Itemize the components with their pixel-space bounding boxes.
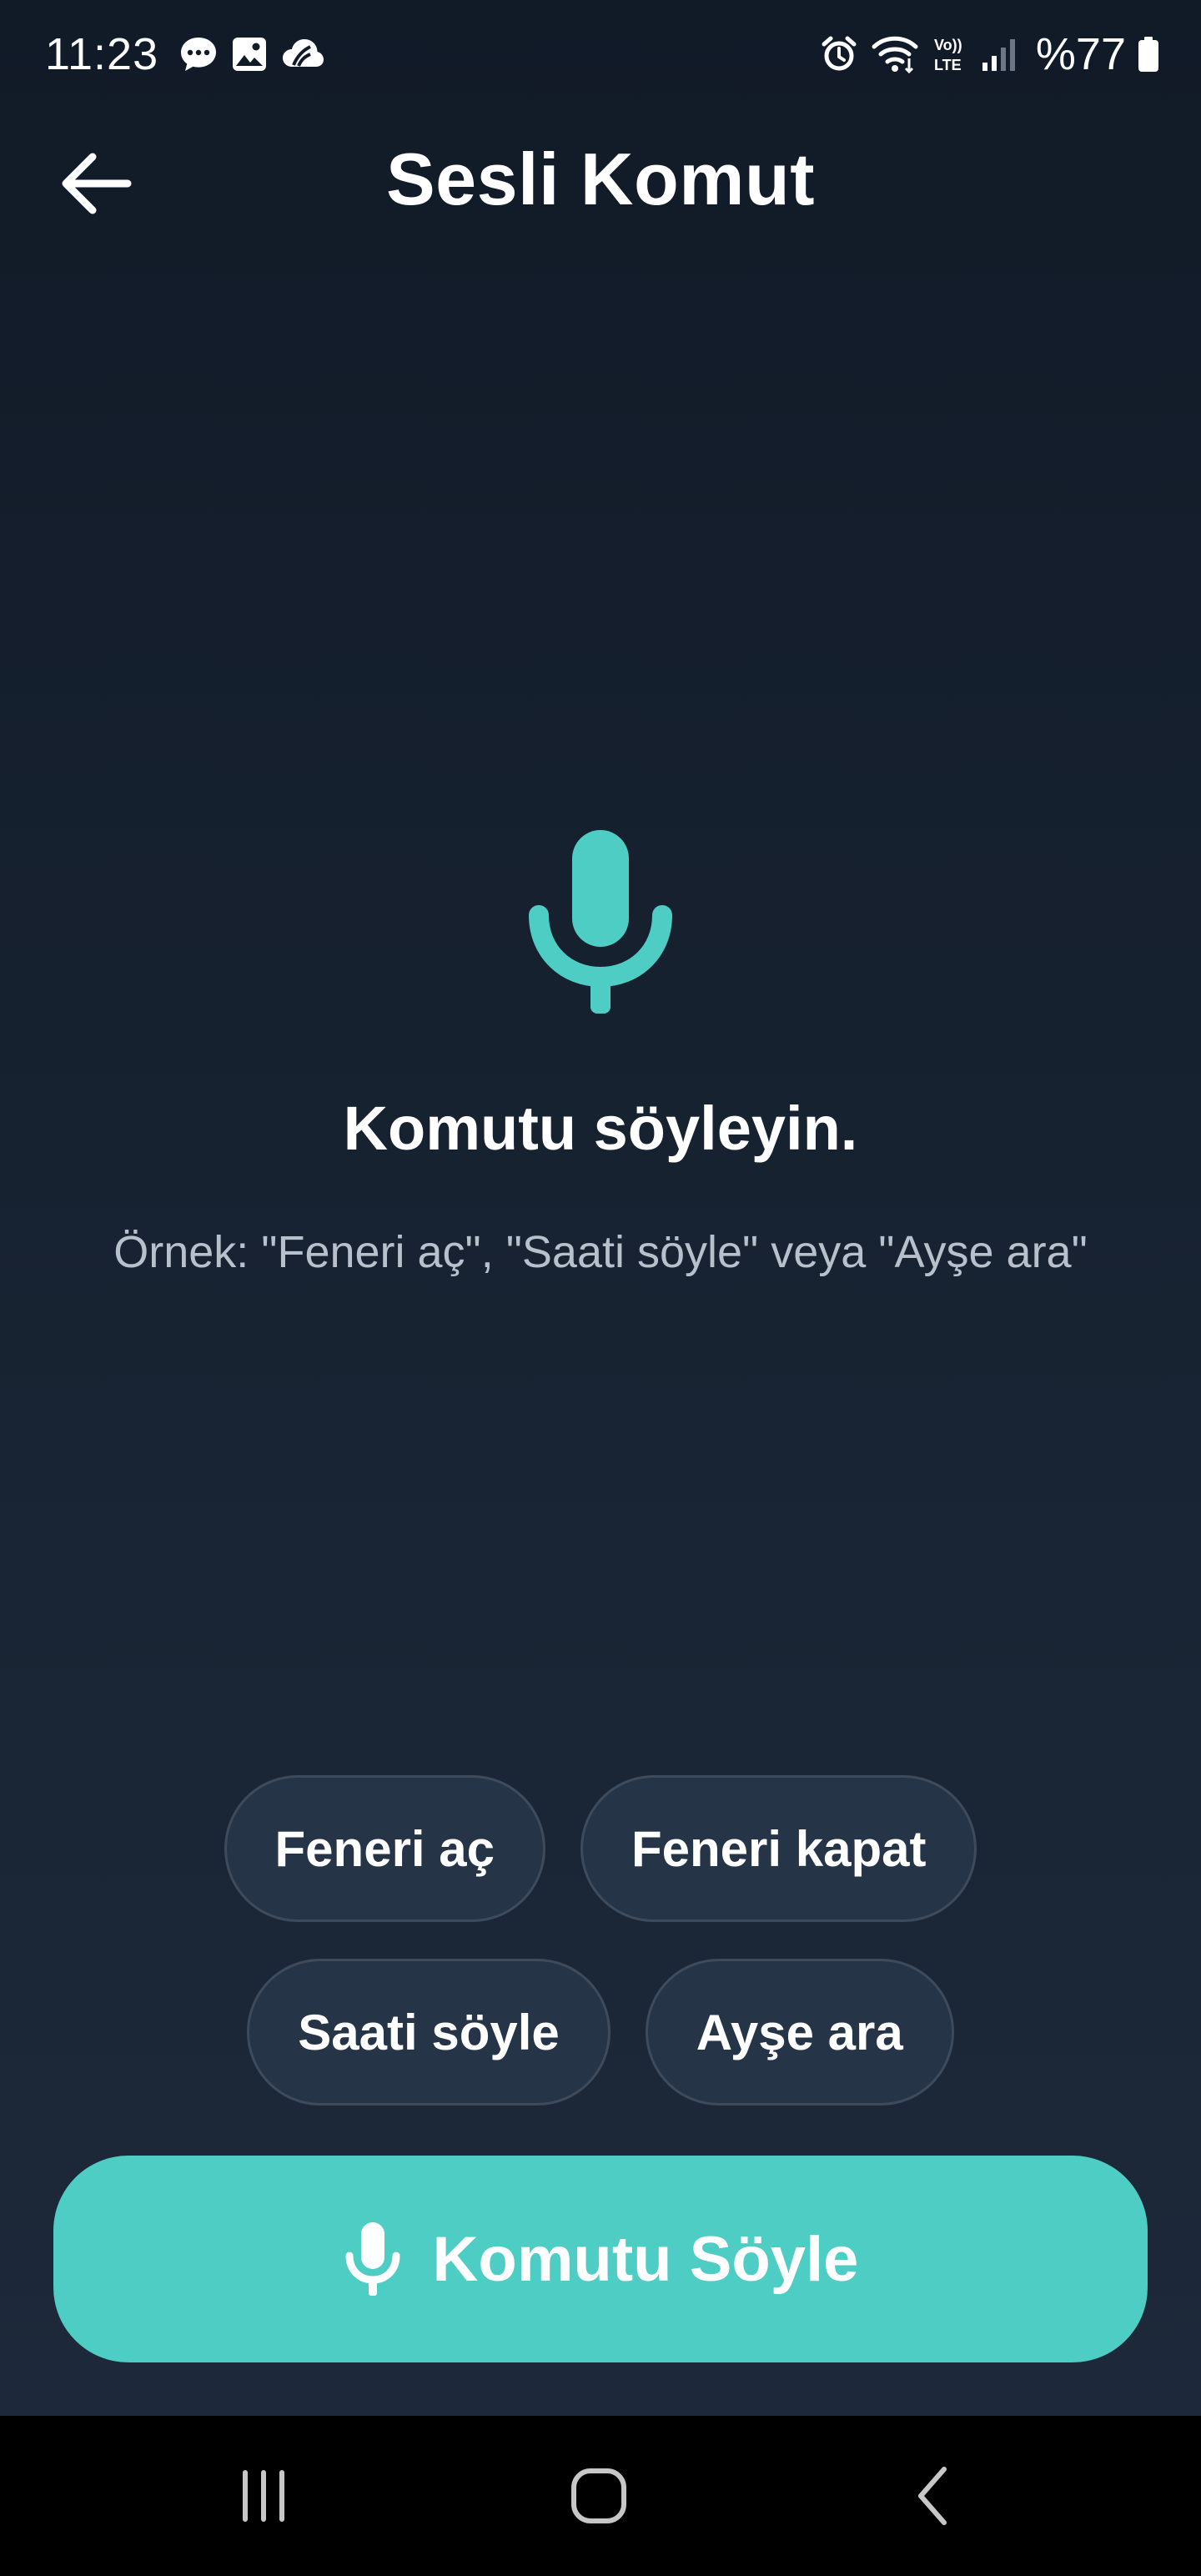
battery-icon: [1138, 36, 1159, 73]
speak-button-label: Komutu Söyle: [432, 2223, 859, 2295]
status-left: 11:23: [45, 23, 324, 85]
prompt-title: Komutu söyleyin.: [343, 1094, 858, 1163]
recents-icon: [243, 2470, 284, 2522]
back-icon: [918, 2467, 947, 2525]
chip-ayse-ara[interactable]: Ayşe ara: [645, 1959, 954, 2106]
page-title: Sesli Komut: [385, 138, 816, 220]
status-bar: 11:23 Vo)) LTE %77: [0, 0, 1201, 108]
chips-row: Feneri aç Feneri kapat: [0, 1775, 1201, 1922]
prompt-example: Örnek: "Feneri aç", "Saati söyle" veya "…: [113, 1227, 1088, 1277]
microphone-icon: [517, 822, 684, 1022]
svg-text:LTE: LTE: [934, 57, 962, 73]
alarm-icon: [819, 34, 859, 74]
status-right: Vo)) LTE %77: [819, 23, 1159, 85]
app-header: Sesli Komut: [0, 125, 1201, 234]
system-back-button[interactable]: [884, 2446, 984, 2546]
navigation-bar: [0, 2416, 1201, 2576]
home-icon: [571, 2468, 626, 2523]
chip-saati-soyle[interactable]: Saati söyle: [247, 1959, 611, 2106]
wifi-icon: [871, 33, 919, 75]
cloud-app-icon: [280, 35, 324, 73]
svg-text:Vo)): Vo)): [934, 37, 962, 53]
speak-command-button[interactable]: Komutu Söyle: [53, 2156, 1148, 2362]
battery-percent: %77: [1035, 29, 1126, 79]
chat-bubble-icon: [178, 34, 219, 74]
image-icon: [230, 35, 269, 73]
chip-feneri-ac[interactable]: Feneri aç: [224, 1775, 545, 1922]
signal-icon: [981, 36, 1018, 73]
status-time: 11:23: [45, 29, 159, 79]
chips-row: Saati söyle Ayşe ara: [0, 1959, 1201, 2106]
recents-button[interactable]: [214, 2446, 314, 2546]
volte-icon: Vo)) LTE: [931, 33, 969, 75]
microphone-icon: [345, 2222, 400, 2296]
chip-feneri-kapat[interactable]: Feneri kapat: [580, 1775, 977, 1922]
home-button[interactable]: [549, 2446, 649, 2546]
